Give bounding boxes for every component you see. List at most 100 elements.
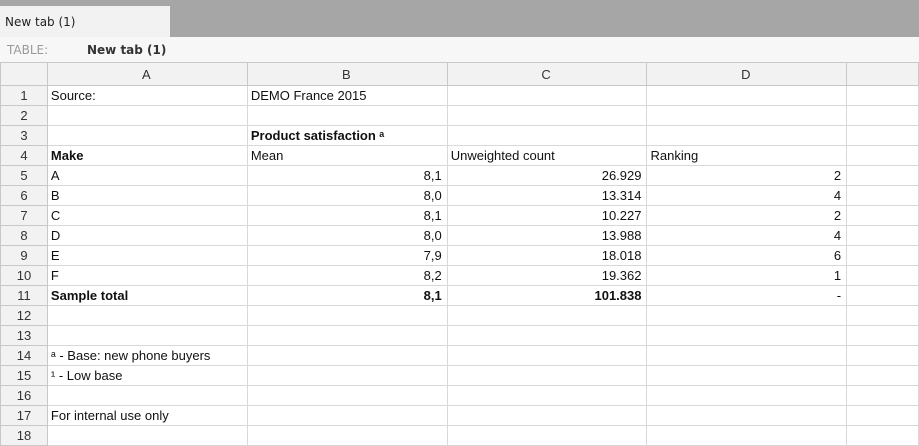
cell-a7[interactable]: C [46, 205, 248, 226]
cell-c1[interactable] [446, 85, 648, 106]
cell-d14[interactable] [646, 345, 848, 366]
cell-b14[interactable] [246, 345, 448, 366]
cell-c18[interactable] [446, 425, 648, 446]
cell-empty[interactable] [846, 345, 919, 366]
row-header[interactable]: 18 [0, 425, 48, 446]
cell-empty[interactable] [846, 265, 919, 286]
cell-d18[interactable] [646, 425, 848, 446]
tab-new-tab-1[interactable]: New tab (1) [0, 6, 170, 37]
column-header-d[interactable]: D [646, 62, 848, 86]
cell-c2[interactable] [446, 105, 648, 126]
row-header[interactable]: 14 [0, 345, 48, 366]
cell-a5[interactable]: A [46, 165, 248, 186]
cell-empty[interactable] [846, 145, 919, 166]
cell-d2[interactable] [646, 105, 848, 126]
row-header[interactable]: 3 [0, 125, 48, 146]
cell-b17[interactable] [246, 405, 448, 426]
cell-d11[interactable]: - [646, 285, 848, 306]
cell-d16[interactable] [646, 385, 848, 406]
row-header[interactable]: 8 [0, 225, 48, 246]
cell-a16[interactable] [46, 385, 248, 406]
row-header[interactable]: 11 [0, 285, 48, 306]
cell-a8[interactable]: D [46, 225, 248, 246]
cell-a14[interactable]: ᵃ - Base: new phone buyers [46, 345, 248, 366]
cell-empty[interactable] [846, 105, 919, 126]
cell-a1[interactable]: Source: [46, 85, 248, 106]
cell-empty[interactable] [846, 325, 919, 346]
cell-empty[interactable] [846, 125, 919, 146]
cell-b10[interactable]: 8,2 [246, 265, 448, 286]
cell-c16[interactable] [446, 385, 648, 406]
row-header[interactable]: 6 [0, 185, 48, 206]
row-header[interactable]: 1 [0, 85, 48, 106]
cell-empty[interactable] [846, 425, 919, 446]
cell-b11[interactable]: 8,1 [246, 285, 448, 306]
cell-b4[interactable]: Mean [246, 145, 448, 166]
cell-c13[interactable] [446, 325, 648, 346]
cell-empty[interactable] [846, 205, 919, 226]
row-header[interactable]: 13 [0, 325, 48, 346]
cell-b16[interactable] [246, 385, 448, 406]
cell-a10[interactable]: F [46, 265, 248, 286]
row-header[interactable]: 17 [0, 405, 48, 426]
cell-c14[interactable] [446, 345, 648, 366]
cell-a15[interactable]: ¹ - Low base [46, 365, 248, 386]
cell-b3[interactable]: Product satisfaction ᵃ [246, 125, 448, 146]
cell-empty[interactable] [846, 405, 919, 426]
cell-d12[interactable] [646, 305, 848, 326]
cell-c12[interactable] [446, 305, 648, 326]
cell-b5[interactable]: 8,1 [246, 165, 448, 186]
cell-d8[interactable]: 4 [646, 225, 848, 246]
cell-b6[interactable]: 8,0 [246, 185, 448, 206]
cell-b2[interactable] [246, 105, 448, 126]
row-header[interactable]: 15 [0, 365, 48, 386]
row-header[interactable]: 12 [0, 305, 48, 326]
cell-empty[interactable] [846, 305, 919, 326]
cell-d15[interactable] [646, 365, 848, 386]
cell-c5[interactable]: 26.929 [446, 165, 648, 186]
cell-a18[interactable] [46, 425, 248, 446]
column-header-a[interactable]: A [46, 62, 248, 86]
cell-a17[interactable]: For internal use only [46, 405, 248, 426]
cell-d4[interactable]: Ranking [646, 145, 848, 166]
cell-a11[interactable]: Sample total [46, 285, 248, 306]
column-header-b[interactable]: B [246, 62, 448, 86]
cell-c6[interactable]: 13.314 [446, 185, 648, 206]
cell-empty[interactable] [846, 245, 919, 266]
row-header[interactable]: 7 [0, 205, 48, 226]
cell-d9[interactable]: 6 [646, 245, 848, 266]
row-header[interactable]: 4 [0, 145, 48, 166]
cell-d3[interactable] [646, 125, 848, 146]
cell-c9[interactable]: 18.018 [446, 245, 648, 266]
cell-b7[interactable]: 8,1 [246, 205, 448, 226]
cell-b13[interactable] [246, 325, 448, 346]
cell-b15[interactable] [246, 365, 448, 386]
cell-empty[interactable] [846, 185, 919, 206]
cell-d1[interactable] [646, 85, 848, 106]
select-all-corner[interactable] [0, 62, 48, 86]
cell-d7[interactable]: 2 [646, 205, 848, 226]
cell-d10[interactable]: 1 [646, 265, 848, 286]
row-header[interactable]: 2 [0, 105, 48, 126]
row-header[interactable]: 9 [0, 245, 48, 266]
cell-empty[interactable] [846, 85, 919, 106]
cell-empty[interactable] [846, 385, 919, 406]
cell-c3[interactable] [446, 125, 648, 146]
cell-b8[interactable]: 8,0 [246, 225, 448, 246]
cell-d5[interactable]: 2 [646, 165, 848, 186]
cell-a2[interactable] [46, 105, 248, 126]
cell-a9[interactable]: E [46, 245, 248, 266]
cell-empty[interactable] [846, 365, 919, 386]
cell-a4[interactable]: Make [46, 145, 248, 166]
cell-d6[interactable]: 4 [646, 185, 848, 206]
cell-b9[interactable]: 7,9 [246, 245, 448, 266]
cell-c10[interactable]: 19.362 [446, 265, 648, 286]
cell-d13[interactable] [646, 325, 848, 346]
row-header[interactable]: 10 [0, 265, 48, 286]
cell-c17[interactable] [446, 405, 648, 426]
cell-b12[interactable] [246, 305, 448, 326]
cell-empty[interactable] [846, 225, 919, 246]
cell-a12[interactable] [46, 305, 248, 326]
cell-empty[interactable] [846, 285, 919, 306]
cell-a6[interactable]: B [46, 185, 248, 206]
